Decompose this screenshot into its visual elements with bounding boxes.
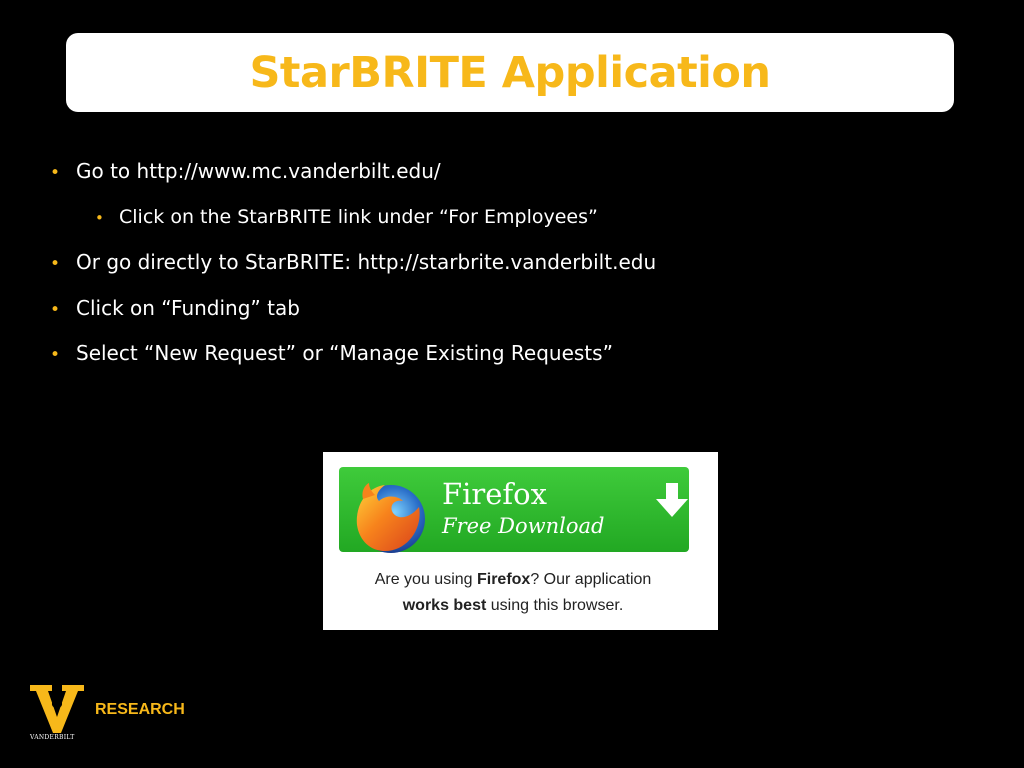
bullet-item: • Or go directly to StarBRITE: http://st… [50, 245, 950, 291]
firefox-download-button[interactable]: Firefox Free Download [339, 467, 689, 553]
bullet-item: • Select “New Request” or “Manage Existi… [50, 336, 950, 382]
bullet-text: Click on the StarBRITE link under “For E… [119, 205, 598, 228]
slide-title: StarBRITE Application [249, 47, 771, 98]
bullet-text: Select “New Request” or “Manage Existing… [76, 341, 613, 365]
bullet-text: Go to http://www.mc.vanderbilt.edu/ [76, 159, 441, 183]
bullet-text: Click on “Funding” tab [76, 295, 300, 320]
caption-bold: works best [402, 597, 487, 614]
bullet-dot: • [95, 208, 104, 227]
vanderbilt-wordmark: VANDERBILT [30, 734, 75, 741]
firefox-name: Firefox [442, 477, 547, 511]
bullet-item: • Click on “Funding” tab [50, 291, 950, 337]
bullet-item: • Go to http://www.mc.vanderbilt.edu/ [50, 154, 950, 200]
bullet-dot: • [50, 345, 61, 365]
firefox-caption: Are you using Firefox? Our application w… [323, 567, 703, 619]
title-banner: StarBRITE Application [66, 33, 954, 112]
caption-text: using this browser. [486, 597, 624, 614]
sub-bullet-item: • Click on the StarBRITE link under “For… [50, 200, 950, 246]
bullet-dot: • [50, 299, 61, 320]
download-arrow-icon [656, 483, 688, 517]
bullet-list: • Go to http://www.mc.vanderbilt.edu/ • … [50, 154, 950, 382]
firefox-subtitle: Free Download [442, 514, 605, 538]
research-label: RESEARCH [95, 701, 185, 718]
bullet-dot: • [50, 163, 61, 183]
bullet-text: Or go directly to StarBRITE: http://star… [76, 250, 657, 274]
bullet-dot: • [50, 254, 61, 274]
slide: StarBRITE Application • Go to http://www… [0, 0, 1024, 768]
firefox-logo-icon [356, 483, 425, 553]
caption-text: ? Our application [530, 571, 652, 588]
caption-bold: Firefox [476, 571, 531, 588]
caption-text: Are you using [374, 571, 477, 588]
firefox-promo-image: Firefox Free Download Are you using Fire… [323, 452, 718, 630]
